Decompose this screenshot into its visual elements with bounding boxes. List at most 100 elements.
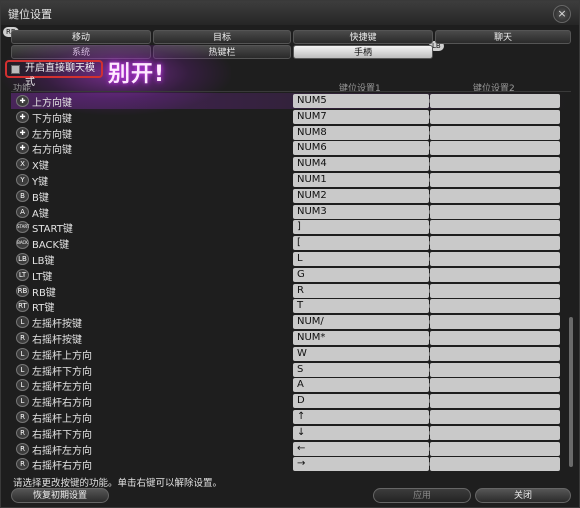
binding-label: START键 [32, 224, 73, 236]
tab-move[interactable]: 移动 [11, 30, 151, 44]
binding-row[interactable]: RT RT键 T [11, 298, 571, 314]
key1-field[interactable]: NUM3 [293, 204, 433, 219]
tab-chat[interactable]: 聊天 [435, 30, 571, 44]
key2-field[interactable] [430, 441, 560, 456]
key2-field[interactable] [430, 299, 560, 314]
binding-row[interactable]: ✚ 下方向键 NUM7 [11, 109, 571, 125]
key2-field[interactable] [430, 220, 560, 235]
key2-field[interactable] [430, 252, 560, 266]
binding-row[interactable]: R 右摇杆上方向 ↑ [11, 409, 571, 425]
key2-field[interactable] [430, 141, 560, 156]
binding-row[interactable]: L 左摇杆按键 NUM/ [11, 314, 571, 330]
key1-field[interactable]: NUM/ [293, 315, 433, 330]
key1-field[interactable]: NUM5 [293, 94, 433, 108]
binding-row[interactable]: Y Y键 NUM1 [11, 172, 571, 188]
header-divider [11, 91, 571, 92]
key2-field[interactable] [430, 236, 560, 251]
left-stick-icon: L [16, 347, 29, 360]
key2-field[interactable] [430, 94, 560, 108]
binding-row[interactable]: X X键 NUM4 [11, 156, 571, 172]
tab-shortcut[interactable]: 快捷键 [293, 30, 433, 44]
key1-field[interactable]: NUM2 [293, 188, 433, 203]
key1-field[interactable]: NUM8 [293, 125, 433, 140]
direct-chat-toggle[interactable]: 开启直接聊天模式 [5, 60, 103, 88]
binding-row[interactable]: START START键] [11, 219, 571, 235]
binding-row[interactable]: ✚ 右方向键 NUM6 [11, 140, 571, 156]
binding-row[interactable]: L 左摇杆下方向 S [11, 362, 571, 378]
key2-field[interactable] [430, 457, 560, 472]
key2-field[interactable] [430, 410, 560, 424]
key2-field[interactable] [430, 267, 560, 282]
tab-hotbar[interactable]: 热键栏 [153, 45, 291, 59]
key2-field[interactable] [430, 188, 560, 203]
key2-field[interactable] [430, 283, 560, 298]
key2-field[interactable] [430, 378, 560, 393]
binding-row[interactable]: ✚ 左方向键 NUM8 [11, 125, 571, 141]
binding-row[interactable]: R 右摇杆按键 NUM* [11, 330, 571, 346]
binding-row[interactable]: BACK BACK键 [ [11, 235, 571, 251]
binding-row[interactable]: R 右摇杆右方向 → [11, 456, 571, 472]
binding-label: 上方向键 [32, 98, 72, 109]
key2-field[interactable] [430, 204, 560, 219]
key1-field[interactable]: NUM6 [293, 141, 433, 156]
binding-label: RB键 [32, 287, 56, 299]
key1-field[interactable]: A [293, 378, 433, 393]
key2-field[interactable] [430, 125, 560, 140]
apply-button[interactable]: 应用 [373, 488, 471, 503]
tab-target[interactable]: 目标 [153, 30, 291, 44]
key1-field[interactable]: [ [293, 236, 433, 251]
key1-field[interactable]: D [293, 394, 433, 409]
binding-label: A键 [32, 208, 49, 220]
binding-row[interactable]: L 左摇杆上方向 W [11, 346, 571, 362]
close-icon[interactable]: × [553, 5, 571, 23]
key2-field[interactable] [430, 157, 560, 172]
key1-field[interactable]: L [293, 252, 433, 266]
binding-row[interactable]: B B键 NUM2 [11, 188, 571, 204]
binding-row[interactable]: A A键 NUM3 [11, 204, 571, 220]
key1-field[interactable]: → [293, 457, 433, 472]
key1-value: S [297, 363, 304, 375]
binding-label: 左摇杆按键 [32, 319, 82, 331]
key2-field[interactable] [430, 331, 560, 345]
binding-row[interactable]: RB RB键 R [11, 283, 571, 299]
dpad-left-icon: ✚ [16, 126, 29, 139]
binding-row[interactable]: R 右摇杆左方向 ← [11, 441, 571, 457]
key1-field[interactable]: ← [293, 441, 433, 456]
key1-field[interactable]: NUM1 [293, 173, 433, 187]
reset-defaults-button[interactable]: 恢复初期设置 [11, 488, 109, 503]
key1-field[interactable]: ↑ [293, 410, 433, 424]
binding-row[interactable]: LB LB键 L [11, 251, 571, 267]
key1-field[interactable]: ] [293, 220, 433, 235]
key1-field[interactable]: R [293, 283, 433, 298]
rb-button-icon: RB [16, 284, 29, 297]
key1-field[interactable]: ↓ [293, 425, 433, 440]
key2-field[interactable] [430, 109, 560, 124]
binding-row[interactable]: LT LT键 G [11, 267, 571, 283]
key1-value: W [297, 347, 307, 359]
key2-field[interactable] [430, 315, 560, 330]
key1-field[interactable]: T [293, 299, 433, 314]
key1-field[interactable]: G [293, 267, 433, 282]
key2-field[interactable] [430, 425, 560, 440]
key2-field[interactable] [430, 173, 560, 187]
checkbox-icon[interactable] [11, 65, 20, 74]
key1-field[interactable]: W [293, 346, 433, 361]
binding-row[interactable]: L 左摇杆右方向 D [11, 393, 571, 409]
key2-field[interactable] [430, 394, 560, 409]
binding-row[interactable]: ✚ 上方向键 NUM5 [11, 93, 571, 109]
key1-field[interactable]: S [293, 362, 433, 377]
binding-label: 左摇杆上方向 [32, 350, 92, 362]
key1-field[interactable]: NUM7 [293, 109, 433, 124]
key1-value: NUM* [297, 332, 326, 343]
key1-field[interactable]: NUM4 [293, 157, 433, 172]
right-stick-icon: R [16, 426, 29, 439]
close-button[interactable]: 关闭 [475, 488, 571, 503]
tab-gamepad[interactable]: 手柄 [293, 45, 433, 59]
binding-label: 右摇杆右方向 [32, 461, 92, 473]
key2-field[interactable] [430, 362, 560, 377]
binding-row[interactable]: L 左摇杆左方向 A [11, 377, 571, 393]
scrollbar[interactable] [569, 317, 573, 467]
key1-field[interactable]: NUM* [293, 331, 433, 345]
key2-field[interactable] [430, 346, 560, 361]
binding-row[interactable]: R 右摇杆下方向 ↓ [11, 425, 571, 441]
